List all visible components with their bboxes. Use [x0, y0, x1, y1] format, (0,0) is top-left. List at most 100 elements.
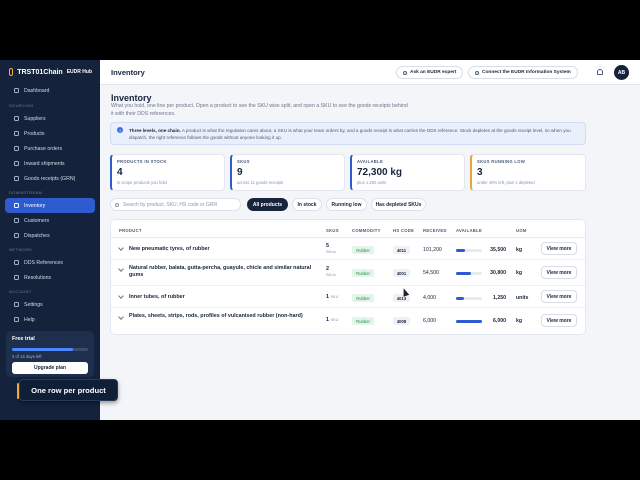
hs-code-badge: 4001	[393, 269, 410, 277]
sku-unit: SKUs	[326, 273, 336, 277]
uom-value: kg	[516, 247, 523, 253]
table-row[interactable]: Plates, sheets, strips, rods, profiles o…	[111, 308, 587, 334]
filter-bar: Search by product, SKU, HS code or GRN A…	[110, 198, 586, 211]
sidebar-item-resolutions[interactable]: Resolutions	[5, 270, 95, 285]
search-icon	[115, 202, 119, 207]
link-icon	[14, 260, 19, 265]
stat-label: SKUS	[237, 159, 250, 164]
sku-unit: SKUs	[326, 250, 336, 254]
commodity-badge: Rubber	[352, 269, 374, 277]
available-bar	[456, 320, 482, 323]
users-icon	[14, 218, 19, 223]
connect-eudr-button[interactable]: Connect the EUDR Information System	[468, 66, 578, 79]
sidebar-item-label: Help	[24, 316, 35, 323]
sidebar-item-help[interactable]: Help	[5, 312, 95, 327]
available-bar	[456, 272, 482, 275]
filter-chip-all-products[interactable]: All products	[247, 198, 288, 211]
info-banner: i Three levels, one chain. A product is …	[110, 122, 586, 145]
table-row[interactable]: Natural rubber, balata, gutta-percha, gu…	[111, 260, 587, 286]
filter-chip-has-depleted[interactable]: Has depleted SKUs	[371, 198, 426, 211]
stat-caption: in scope products you hold	[117, 180, 167, 185]
sidebar-item-customers[interactable]: Customers	[5, 213, 95, 228]
available-bar-fill	[456, 249, 466, 252]
view-more-button[interactable]: View more	[541, 314, 577, 327]
filter-chip-in-stock[interactable]: In stock	[292, 198, 322, 211]
chevron-down-icon[interactable]	[118, 314, 124, 320]
column-header: COMMODITY	[352, 228, 381, 233]
page-subtitle: What you hold, one line per product. Ope…	[111, 103, 408, 117]
available-bar	[456, 249, 482, 252]
topbar: Inventory Ask an EUDR expert Connect the…	[100, 60, 640, 85]
inventory-icon	[14, 203, 19, 208]
sku-count: 1 SKU	[326, 317, 338, 323]
receipt-icon	[14, 176, 19, 181]
topbar-title: Inventory	[111, 68, 145, 77]
plug-icon	[475, 70, 479, 75]
sku-count-value: 1	[326, 317, 329, 323]
ask-expert-label: Ask an EUDR expert	[410, 70, 457, 75]
stat-value: 3	[477, 167, 483, 178]
brand-name: TRST01Chain	[17, 68, 63, 76]
sidebar-item-goods-receipts[interactable]: Goods receipts (GRN)	[5, 171, 95, 186]
brand[interactable]: TRST01Chain EUDR Hub	[0, 60, 100, 82]
filter-chip-running-low[interactable]: Running low	[326, 198, 367, 211]
product-name: New pneumatic tyres, of rubber	[129, 246, 210, 252]
table-row[interactable]: New pneumatic tyres, of rubber 5 SKUs Rub…	[111, 238, 587, 260]
hs-code-badge: 4011	[393, 246, 410, 254]
trial-card: Free trial 3 of 15 days left Upgrade pla…	[6, 331, 94, 377]
sidebar: TRST01Chain EUDR Hub Dashboard SOURCING …	[0, 60, 100, 420]
stat-skus-running-low: SKUS RUNNING LOW 3 under 40% left, plus …	[470, 154, 586, 191]
received-value: 101,200	[423, 247, 442, 253]
search-placeholder: Search by product, SKU, HS code or GRN	[123, 201, 217, 208]
received-value: 6,000	[423, 318, 436, 324]
search-input[interactable]: Search by product, SKU, HS code or GRN	[110, 198, 241, 211]
view-more-button[interactable]: View more	[541, 242, 577, 255]
view-more-button[interactable]: View more	[541, 290, 577, 303]
upgrade-plan-button[interactable]: Upgrade plan	[12, 361, 88, 374]
chat-icon	[403, 70, 407, 75]
column-header: UOM	[516, 228, 527, 233]
chevron-down-icon[interactable]	[118, 293, 124, 299]
sku-count: 2 SKUs	[326, 266, 336, 278]
commodity-badge: Rubber	[352, 317, 374, 325]
sidebar-item-label: Suppliers	[24, 115, 46, 122]
sidebar-item-dispatches[interactable]: Dispatches	[5, 228, 95, 243]
inventory-table: PRODUCT SKUS COMMODITY HS CODE RECEIVED …	[110, 219, 587, 335]
available-bar	[456, 297, 482, 300]
suppliers-icon	[14, 116, 19, 121]
ask-expert-button[interactable]: Ask an EUDR expert	[396, 66, 464, 79]
table-row[interactable]: Inner tubes, of rubber 1 SKU Rubber 4013…	[111, 286, 587, 308]
view-more-button[interactable]: View more	[541, 266, 577, 279]
sidebar-item-dashboard[interactable]: Dashboard	[5, 83, 95, 98]
sidebar-item-label: Dispatches	[24, 232, 50, 239]
stat-skus: SKUS 9 across 11 goods receipts	[230, 154, 345, 191]
available-value: 35,500	[490, 247, 506, 253]
trial-days: 3 of 15 days left	[12, 353, 42, 359]
column-header: AVAILABLE	[456, 228, 483, 233]
received-value: 54,500	[423, 270, 439, 276]
send-icon	[14, 233, 19, 238]
sku-unit: SKU	[330, 318, 339, 322]
sidebar-item-label: Inward shipments	[24, 160, 65, 167]
sidebar-item-label: DDS References	[24, 259, 63, 266]
product-name: Natural rubber, balata, gutta-percha, gu…	[129, 265, 312, 278]
logo-icon	[9, 68, 14, 76]
sidebar-item-purchase-orders[interactable]: Purchase orders	[5, 141, 95, 156]
bell-icon[interactable]	[597, 69, 603, 75]
page-title: Inventory	[111, 93, 152, 103]
sidebar-item-dds-references[interactable]: DDS References	[5, 255, 95, 270]
sidebar-item-suppliers[interactable]: Suppliers	[5, 111, 95, 126]
avatar[interactable]: AB	[614, 65, 629, 80]
column-header: HS CODE	[393, 228, 415, 233]
sidebar-item-products[interactable]: Products	[5, 126, 95, 141]
chevron-down-icon[interactable]	[118, 245, 124, 251]
sidebar-item-settings[interactable]: Settings	[5, 297, 95, 312]
trial-title: Free trial	[12, 336, 35, 342]
sidebar-item-label: Resolutions	[24, 274, 52, 281]
chevron-down-icon[interactable]	[118, 266, 124, 272]
sidebar-item-inventory[interactable]: Inventory	[5, 198, 95, 213]
help-icon	[14, 317, 19, 322]
sidebar-item-inward-shipments[interactable]: Inward shipments	[5, 156, 95, 171]
stat-caption: plus 1,250 units	[357, 180, 387, 185]
truck-icon	[14, 161, 19, 166]
